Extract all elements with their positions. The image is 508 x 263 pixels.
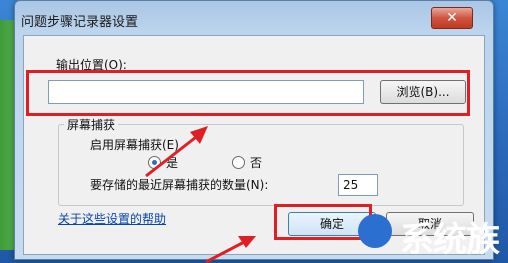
- help-link[interactable]: 关于这些设置的帮助: [58, 210, 166, 227]
- desktop-background: 问题步骤记录器设置 ✕ 输出位置(O): 浏览(B)... 屏幕捕获 启用屏幕捕…: [0, 0, 508, 263]
- watermark-logo-icon: [358, 214, 392, 248]
- output-highlight-box: [26, 70, 470, 116]
- radio-no-label: 否: [250, 156, 263, 170]
- close-button[interactable]: ✕: [431, 7, 473, 29]
- title-bar[interactable]: 问题步骤记录器设置 ✕: [15, 1, 493, 35]
- radio-no[interactable]: [232, 156, 245, 169]
- capture-count-label: 要存储的最近屏幕捕获的数量(N):: [90, 178, 269, 192]
- screen-capture-group-title: 屏幕捕获: [64, 116, 119, 133]
- watermark: 系统族: [354, 208, 506, 260]
- dialog-title: 问题步骤记录器设置: [21, 15, 139, 30]
- capture-count-input[interactable]: 25: [338, 174, 378, 196]
- radio-yes-label: 是: [166, 156, 179, 170]
- watermark-text: 系统族: [400, 220, 500, 260]
- enable-capture-label: 启用屏幕捕获(E): [90, 138, 179, 152]
- radio-yes[interactable]: [148, 156, 161, 169]
